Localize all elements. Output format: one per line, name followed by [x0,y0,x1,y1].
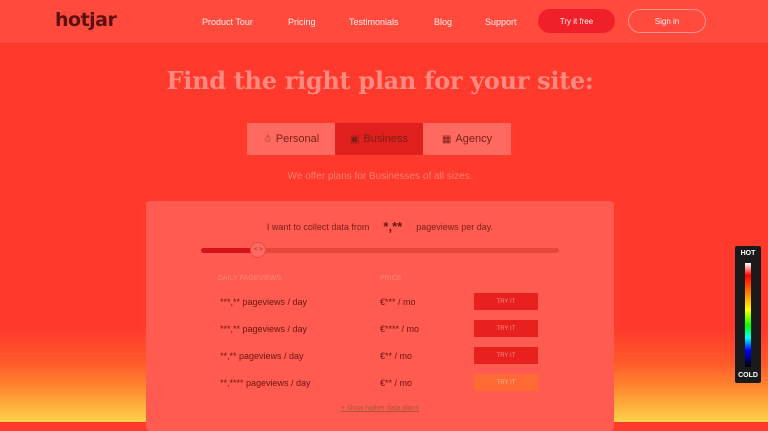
col-header-price: PRICE [380,275,402,282]
legend-color-scale [745,263,751,367]
tab-business[interactable]: ▣ Business [335,123,423,155]
tab-business-label: Business [363,133,409,145]
row-pageviews: ***,** pageviews / day [220,324,308,334]
slider-handle[interactable]: < > [250,242,267,258]
tab-agency[interactable]: ▦ Agency [423,123,511,155]
building-icon: ▦ [441,133,452,145]
tab-agency-label: Agency [455,133,493,145]
nav-link-product-tour[interactable]: Product Tour [202,17,253,27]
row-price: €** / mo [380,351,413,361]
tab-personal[interactable]: ☃ Personal [247,123,335,155]
pricing-table-header: DAILY PAGEVIEWS PRICE [218,275,548,282]
nav-link-blog[interactable]: Blog [434,17,452,27]
plans-subtitle: We offer plans for Businesses of all siz… [287,171,473,182]
table-row: ***,** pageviews / day €*** / mo TRY IT [218,293,548,313]
collect-prefix: I want to collect data from [266,221,370,232]
pageview-count: *,** [383,219,403,234]
nav-link-testimonials[interactable]: Testimonials [349,17,399,27]
row-pageviews: **,**** pageviews / day [220,378,311,388]
legend-cold-label: COLD [738,372,758,379]
person-icon: ☃ [262,133,272,145]
try-it-button[interactable]: TRY IT [474,347,538,364]
try-it-free-button[interactable]: Try it free [538,9,615,33]
table-row: ***,** pageviews / day €**** / mo TRY IT [218,320,548,340]
table-row: **,**** pageviews / day €** / mo TRY IT [218,374,548,394]
nav-link-support[interactable]: Support [485,17,517,27]
row-pageviews: **,** pageviews / day [220,351,304,361]
pageview-slider[interactable]: < > [201,242,559,258]
row-pageviews: ***,** pageviews / day [220,297,308,307]
tab-personal-label: Personal [275,133,320,145]
row-price: €*** / mo [380,297,416,307]
col-header-pageviews: DAILY PAGEVIEWS [218,275,282,282]
page-title: Find the right plan for your site: [166,66,594,95]
briefcase-icon: ▣ [349,133,360,145]
plan-tabs: ☃ Personal ▣ Business ▦ Agency [247,123,511,155]
try-it-button[interactable]: TRY IT [474,320,538,337]
collect-suffix: pageviews per day. [416,221,494,232]
heatmap-legend: HOT COLD [735,246,761,383]
pageview-selector-text: I want to collect data from *,** pagevie… [146,219,614,234]
row-price: €**** / mo [380,324,420,334]
top-navigation: hotjar Product Tour Pricing Testimonials… [0,0,768,44]
table-row: **,** pageviews / day €** / mo TRY IT [218,347,548,367]
hotjar-logo[interactable]: hotjar [55,9,117,31]
try-it-button[interactable]: TRY IT [474,293,538,310]
sign-in-button[interactable]: Sign in [628,9,706,33]
nav-link-pricing[interactable]: Pricing [288,17,316,27]
show-higher-plans-link[interactable]: + show higher data plans [146,405,614,412]
row-price: €** / mo [380,378,413,388]
try-it-button[interactable]: TRY IT [474,374,538,391]
pricing-card: I want to collect data from *,** pagevie… [146,201,614,431]
legend-hot-label: HOT [740,250,756,257]
